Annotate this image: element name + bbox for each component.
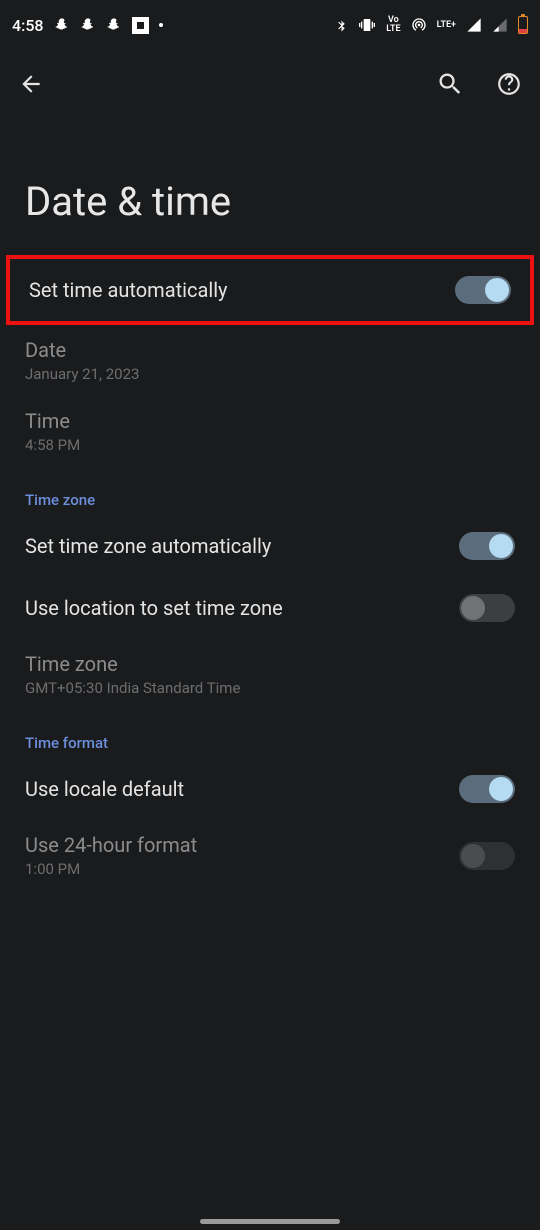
signal-icon [492,17,508,33]
toggle-set-time-automatically[interactable] [455,276,511,304]
setting-title: Time [25,409,515,433]
setting-title: Use 24-hour format [25,833,459,857]
more-notifications-icon [159,23,163,27]
navigation-handle[interactable] [200,1219,340,1224]
app-bar [0,50,540,106]
row-use-location-timezone[interactable]: Use location to set time zone [0,577,540,639]
snapchat-icon [54,17,70,33]
hotspot-icon [411,17,427,33]
snapchat-icon [106,17,122,33]
setting-title: Date [25,338,515,362]
snapchat-icon [80,17,96,33]
status-clock: 4:58 [12,16,44,35]
app-notification-icon [132,17,149,34]
lte-plus-icon: LTE+ [437,21,456,30]
vibrate-icon [358,17,376,33]
setting-title: Set time zone automatically [25,534,459,558]
signal-icon [466,17,482,33]
back-icon[interactable] [18,71,44,97]
section-header-timeformat: Time format [0,710,540,758]
row-timezone: Time zone GMT+05:30 India Standard Time [0,639,540,710]
row-set-time-automatically[interactable]: Set time automatically [10,259,530,321]
battery-icon [518,16,528,34]
page-title: Date & time [0,106,540,255]
row-date: Date January 21, 2023 [0,325,540,396]
toggle-set-timezone-automatically[interactable] [459,532,515,560]
search-icon[interactable] [436,70,464,98]
volte-icon: Vo LTE [386,16,400,34]
bluetooth-icon [335,17,348,33]
toggle-use-locale-default[interactable] [459,775,515,803]
row-use-locale-default[interactable]: Use locale default [0,758,540,820]
setting-sub: GMT+05:30 India Standard Time [25,679,515,697]
setting-title: Set time automatically [29,278,455,302]
toggle-use-24h-format [459,842,515,870]
row-set-timezone-automatically[interactable]: Set time zone automatically [0,515,540,577]
setting-sub: January 21, 2023 [25,365,515,383]
setting-title: Time zone [25,652,515,676]
status-bar: 4:58 Vo LTE LTE+ [0,0,540,50]
setting-sub: 1:00 PM [25,860,459,878]
setting-sub: 4:58 PM [25,436,515,454]
highlight-box: Set time automatically [6,255,534,325]
help-icon[interactable] [496,71,522,97]
toggle-use-location-timezone[interactable] [459,594,515,622]
setting-title: Use locale default [25,777,459,801]
row-time: Time 4:58 PM [0,396,540,467]
setting-title: Use location to set time zone [25,596,459,620]
row-use-24h-format: Use 24-hour format 1:00 PM [0,820,540,891]
section-header-timezone: Time zone [0,467,540,515]
